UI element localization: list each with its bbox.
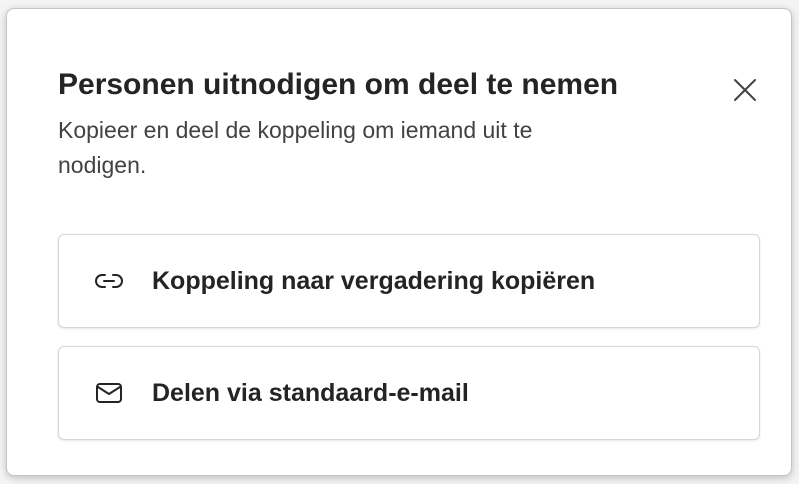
invite-dialog: Personen uitnodigen om deel te nemen Kop… <box>6 8 792 476</box>
copy-meeting-link-button[interactable]: Koppeling naar vergadering kopiëren <box>58 234 760 328</box>
dialog-subtitle: Kopieer en deel de koppeling om iemand u… <box>58 117 533 178</box>
copy-meeting-link-label: Koppeling naar vergadering kopiëren <box>152 267 596 295</box>
share-via-email-label: Delen via standaard-e-mail <box>152 379 469 407</box>
mail-icon <box>94 381 124 405</box>
dialog-title: Personen uitnodigen om deel te nemen <box>58 68 619 101</box>
close-icon <box>734 79 756 101</box>
link-icon <box>94 269 124 293</box>
close-button[interactable] <box>728 73 762 107</box>
share-via-email-button[interactable]: Delen via standaard-e-mail <box>58 346 760 440</box>
